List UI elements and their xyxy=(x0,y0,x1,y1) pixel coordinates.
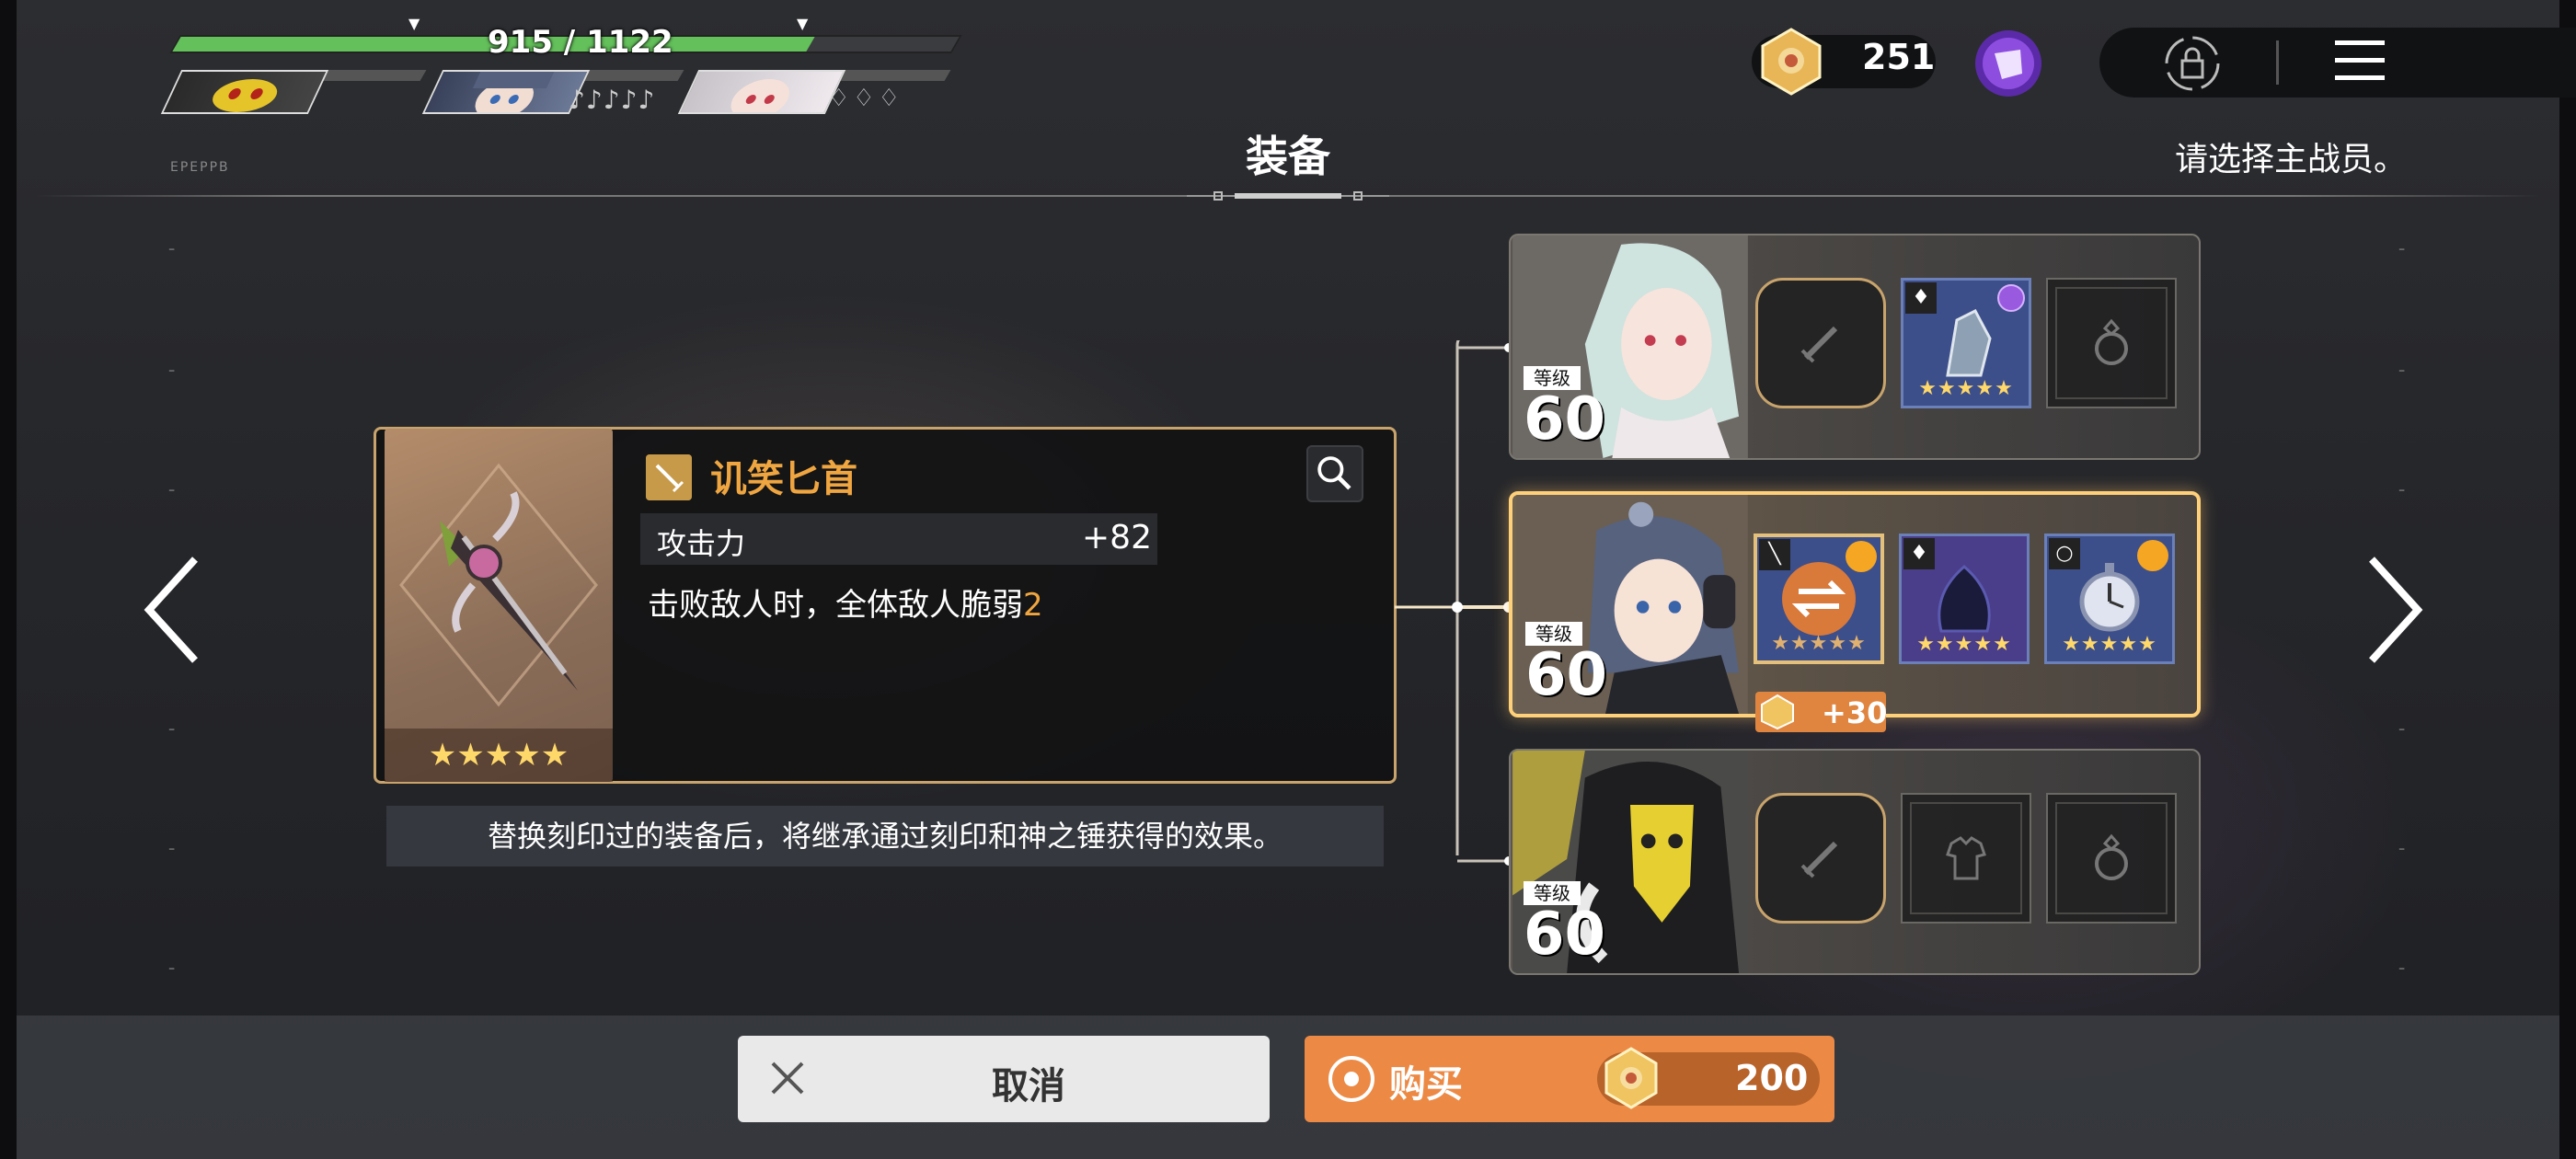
swap-icon xyxy=(1782,562,1856,636)
select-hint: 请选择主战员。 xyxy=(2175,141,2408,178)
level-value: 60 xyxy=(1524,901,1606,969)
party-drops: ♢♢♢ xyxy=(828,85,903,112)
gold-icon xyxy=(1604,1047,1658,1109)
cost-value: +30 xyxy=(1822,695,1888,730)
slot-stars: ★★★★★ xyxy=(1918,377,2014,400)
stat-value: +82 xyxy=(1082,519,1152,557)
effect-description: 击败敌人时，全体敌人脆弱 xyxy=(648,587,1023,624)
hp-marker: ▼ xyxy=(408,15,420,32)
grid-tick: - xyxy=(166,957,178,980)
weapon-slot[interactable]: ╲ ★★★★★ xyxy=(1754,534,1884,664)
grid-tick: - xyxy=(166,237,178,260)
party-notes: ♪♪♪♪♪ xyxy=(569,85,656,115)
item-name: 讥笑匕首 xyxy=(710,458,857,500)
slot-stars: ★★★★★ xyxy=(1916,633,2012,656)
gold-icon xyxy=(1761,694,1794,730)
slot-stars: ★★★★★ xyxy=(1771,632,1867,655)
accessory-slot[interactable]: ○ ★★★★★ xyxy=(2044,534,2175,664)
grid-tick: - xyxy=(166,478,178,501)
menu-icon[interactable] xyxy=(2333,37,2386,85)
sword-icon xyxy=(1800,841,1838,878)
grid-tick: - xyxy=(2396,717,2409,740)
level-value: 60 xyxy=(1525,641,1608,709)
search-icon[interactable] xyxy=(1306,445,1363,502)
stat-label: 攻击力 xyxy=(657,526,746,561)
hp-marker: ▼ xyxy=(797,15,809,32)
accessory-slot[interactable] xyxy=(2046,793,2177,924)
armor-slot[interactable]: ♦ ★★★★★ xyxy=(1901,278,2031,408)
level-block: 等级 60 xyxy=(1524,881,1606,969)
party-portrait-2[interactable] xyxy=(421,70,591,114)
cloak-icon xyxy=(1938,565,1991,633)
currency-value: 251 xyxy=(1862,37,1936,77)
target-icon xyxy=(1328,1056,1374,1102)
accessory-slot[interactable] xyxy=(2046,278,2177,408)
left-edge xyxy=(0,0,17,1159)
divider xyxy=(2276,40,2279,85)
grid-tick: - xyxy=(2396,837,2409,860)
weapon-slot[interactable] xyxy=(1755,793,1886,924)
close-icon xyxy=(771,1061,804,1095)
ring-icon xyxy=(2095,318,2128,365)
item-stars-text: ★★★★★ xyxy=(428,737,569,774)
gold-icon xyxy=(1761,28,1822,96)
hud-tiny-text: EPEPPB xyxy=(170,160,230,175)
grid-tick: - xyxy=(166,717,178,740)
ring-icon xyxy=(2095,833,2128,880)
sword-icon xyxy=(1800,326,1838,363)
header-ornament xyxy=(1187,191,1389,201)
next-arrow-icon[interactable] xyxy=(2355,550,2429,670)
item-stars: ★★★★★ xyxy=(385,729,613,782)
armor-icon xyxy=(1946,836,1986,880)
bottom-bar xyxy=(17,1016,2559,1159)
price-value: 200 xyxy=(1735,1058,1809,1098)
purple-orb-icon[interactable] xyxy=(1969,26,2048,101)
page-title: 装备 xyxy=(1246,132,1330,181)
armor-slot[interactable]: ♦ ★★★★★ xyxy=(1899,534,2030,664)
party-portrait-3[interactable] xyxy=(677,70,846,114)
character-row-1[interactable]: 等级 60 ♦ ★★★★★ xyxy=(1509,234,2201,460)
level-block: 等级 60 xyxy=(1525,622,1608,709)
pocket-watch-icon xyxy=(2079,563,2140,632)
armor-slot[interactable] xyxy=(1901,793,2031,924)
character-row-3[interactable]: 等级 60 xyxy=(1509,749,2201,975)
replace-note: 替换刻印过的装备后，将继承通过刻印和神之锤获得的效果。 xyxy=(386,806,1384,866)
character-row-2[interactable]: 等级 60 ╲ ★★★★★ ♦ ★★★★★ ○ ★★★★★ xyxy=(1509,491,2201,717)
gauntlet-icon xyxy=(1946,309,1992,377)
lock-icon[interactable] xyxy=(2162,33,2223,94)
effect-number: 2 xyxy=(1023,587,1043,624)
grid-tick: - xyxy=(2396,359,2409,382)
connector-lines xyxy=(1395,340,1514,866)
grid-tick: - xyxy=(2396,237,2409,260)
sword-icon xyxy=(646,454,692,500)
level-block: 等级 60 xyxy=(1524,366,1606,453)
right-edge xyxy=(2559,0,2576,1159)
cancel-label: 取消 xyxy=(992,1065,1065,1107)
level-value: 60 xyxy=(1524,385,1606,453)
weapon-slot[interactable] xyxy=(1755,278,1886,408)
effect-text: 击败敌人时，全体敌人脆弱2 xyxy=(648,580,1043,625)
party-portrait-1[interactable] xyxy=(160,70,329,114)
prev-arrow-icon[interactable] xyxy=(138,550,212,670)
grid-tick: - xyxy=(2396,478,2409,501)
slot-stars: ★★★★★ xyxy=(2062,633,2157,656)
grid-tick: - xyxy=(2396,957,2409,980)
grid-tick: - xyxy=(166,359,178,382)
buy-label: 购买 xyxy=(1389,1063,1463,1106)
hp-text: 915 / 1122 xyxy=(488,24,673,61)
grid-tick: - xyxy=(166,837,178,860)
